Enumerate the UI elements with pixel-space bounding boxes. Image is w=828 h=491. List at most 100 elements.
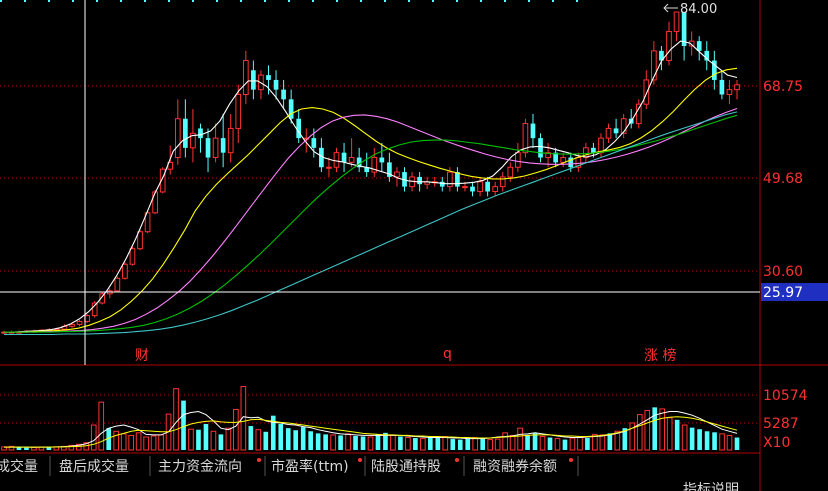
candle-body-up [477, 181, 483, 192]
event-marker-q[interactable]: q [443, 346, 452, 362]
volume-bar-up [210, 430, 217, 451]
candle-body-up [666, 30, 672, 62]
tab-red-dot [358, 458, 362, 462]
volume-bar-up [225, 427, 232, 451]
tab-northbound-holdings[interactable]: 陆股通持股 [371, 458, 459, 475]
volume-tick-label: 10574 [763, 388, 808, 404]
event-marker-limit-up-list[interactable]: 涨 榜 [644, 347, 676, 364]
volume-bar-down [398, 436, 403, 450]
volume-bar-down [375, 434, 381, 450]
volume-bar-down [532, 433, 538, 450]
volume-bar-up [188, 428, 194, 451]
volume-bar-down [689, 427, 695, 450]
tab-label: 市盈率(ttm) [271, 458, 349, 475]
tab-pe-ttm[interactable]: 市盈率(ttm) [271, 458, 362, 475]
volume-bar-up [681, 424, 688, 451]
volume-bar-down [285, 428, 291, 450]
volume-bar-up [442, 435, 449, 451]
volume-bar-up [113, 430, 120, 451]
candle-body-up [333, 152, 340, 168]
volume-bar-up [719, 433, 725, 451]
volume-bar-down [293, 430, 299, 450]
volume-bar-up [569, 437, 576, 451]
candle-body-down [266, 75, 271, 80]
tab-capital-flow[interactable]: 主力资金流向 [158, 458, 261, 475]
candle-body-down [417, 176, 422, 185]
volume-bar-down [181, 400, 186, 450]
candle-body-up [114, 277, 121, 292]
volume-bar-up [135, 432, 142, 451]
volume-bar-up [90, 424, 97, 451]
candle-body-up [605, 127, 612, 139]
volume-bar-down [248, 426, 254, 450]
volume-bar-down [16, 447, 22, 450]
tab-red-dot [455, 458, 459, 462]
volume-bar-down [465, 438, 471, 450]
ma-line-ma5 [4, 40, 738, 333]
volume-bar-up [554, 438, 561, 451]
candle-body-down [681, 12, 687, 46]
volume-bar-up [472, 437, 479, 451]
volume-bar-up [509, 434, 516, 451]
volume-bar-down [607, 433, 613, 450]
volume-bar-down [308, 431, 313, 450]
candle-body-down [379, 157, 385, 163]
event-marker-finance[interactable]: 财 [135, 348, 149, 364]
candle-body-up [492, 186, 499, 192]
cursor-price-label: 25.97 [763, 285, 803, 301]
tab-margin-balance[interactable]: 融资融券余额 [473, 458, 573, 475]
volume-bar-down [428, 437, 433, 450]
candle-body-up [348, 157, 355, 163]
volume-bar-up [150, 435, 157, 451]
volume-bar-up [539, 435, 546, 451]
candle-body-up [76, 320, 83, 325]
volume-bar-up [405, 437, 411, 451]
tab-label: 成交量 [0, 458, 38, 475]
volume-bar-down [353, 435, 358, 450]
candle-body-up [235, 93, 242, 129]
volume-bar-down [480, 438, 486, 450]
candle-body-down [530, 123, 536, 139]
tab-label: 陆股通持股 [371, 459, 441, 475]
candle-body-up [462, 186, 468, 189]
candle-body-down [183, 118, 188, 148]
volume-bar-down [547, 437, 553, 450]
tab-volume[interactable]: 成交量 [0, 458, 38, 475]
volume-bar-down [203, 423, 209, 450]
volume-bar-down [196, 429, 201, 450]
high-price-marker: 84.00 [663, 2, 717, 17]
candle-body-up [227, 127, 234, 154]
tab-red-dot [257, 458, 261, 462]
volume-bar-up [599, 434, 606, 451]
volume-bar-up [644, 409, 651, 451]
ma-line-ma20 [4, 107, 738, 333]
volume-bar-down [704, 431, 710, 450]
candle-body-down [205, 138, 211, 158]
volume-bar-up [487, 439, 493, 451]
volume-bar-down [652, 407, 658, 450]
volume-unit-label: X10 [763, 435, 790, 451]
candle-body-up [242, 60, 249, 95]
candle-body-down [198, 128, 203, 139]
candle-body-up [69, 323, 75, 327]
tab-after-hours-volume[interactable]: 盘后成交量 [59, 458, 129, 475]
moving-average-lines [4, 40, 738, 336]
volume-bar-up [577, 436, 583, 451]
candle-body-up [673, 11, 680, 32]
volume-bar-up [726, 434, 733, 451]
volume-bar-up [367, 436, 374, 451]
volume-bar-up [659, 408, 666, 451]
volume-bar-down [263, 431, 269, 450]
candle-body-down [719, 79, 725, 95]
volume-bar-down [525, 434, 530, 450]
candlesticks [1, 11, 740, 335]
volume-bar-down [46, 447, 52, 450]
candle-body-up [635, 103, 642, 125]
candle-body-up [137, 231, 143, 250]
volume-bar-down [674, 419, 680, 450]
volume-bar-down [315, 433, 321, 450]
indicator-help-link[interactable]: 指标说明 [683, 482, 739, 491]
volume-bar-up [390, 434, 396, 451]
candle-body-down [288, 99, 294, 119]
candle-body-down [591, 147, 596, 153]
